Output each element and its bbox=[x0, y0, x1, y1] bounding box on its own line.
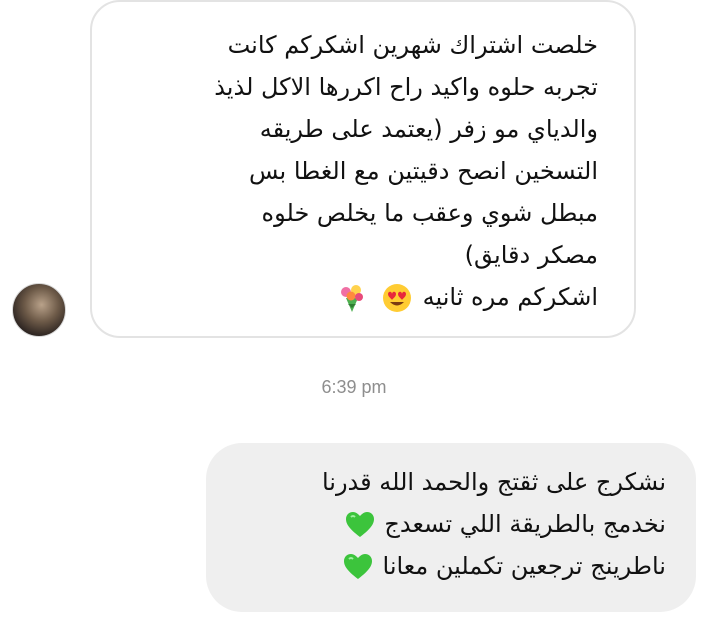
sender-avatar[interactable] bbox=[12, 283, 66, 337]
incoming-message-line: مصكر دقايق) bbox=[464, 241, 598, 269]
incoming-message-line: خلصت اشتراك شهرين اشكركم كانت bbox=[227, 31, 598, 59]
outgoing-message-bubble[interactable]: نشكرج على ثقتج والحمد الله قدرنا نخدمج ب… bbox=[206, 443, 696, 612]
incoming-message-last-line: اشكركم مره ثانيه bbox=[128, 276, 598, 318]
incoming-message-line: تجربه حلوه واكيد راح اكررها الاكل لذيذ bbox=[214, 73, 598, 101]
outgoing-message-line-with-emoji: ناطرينج ترجعين تكملين معانا bbox=[236, 545, 666, 587]
incoming-message-line: مبطل شوي وعقب ما يخلص خلوه bbox=[261, 199, 598, 227]
message-timestamp: 6:39 pm bbox=[321, 377, 387, 397]
incoming-message-line: والدياي مو زفر (يعتمد على طريقه bbox=[259, 115, 598, 143]
incoming-message-line: اشكركم مره ثانيه bbox=[422, 283, 598, 311]
green-heart-icon bbox=[343, 554, 372, 580]
outgoing-message-line: ناطرينج ترجعين تكملين معانا bbox=[382, 552, 667, 580]
outgoing-message-line: نخدمج بالطريقة اللي تسعدج bbox=[384, 510, 666, 538]
outgoing-message-line: نشكرج على ثقتج والحمد الله قدرنا bbox=[321, 468, 666, 496]
heart-eyes-emoji-icon bbox=[382, 283, 412, 313]
incoming-message-line: التسخين انصح دقيتين مع الغطا بس bbox=[248, 157, 598, 185]
bouquet-emoji-icon bbox=[336, 282, 368, 314]
green-heart-icon bbox=[345, 512, 374, 538]
outgoing-message-line-with-emoji: نخدمج بالطريقة اللي تسعدج bbox=[236, 503, 666, 545]
incoming-message-bubble[interactable]: خلصت اشتراك شهرين اشكركم كانت تجربه حلوه… bbox=[90, 0, 636, 338]
